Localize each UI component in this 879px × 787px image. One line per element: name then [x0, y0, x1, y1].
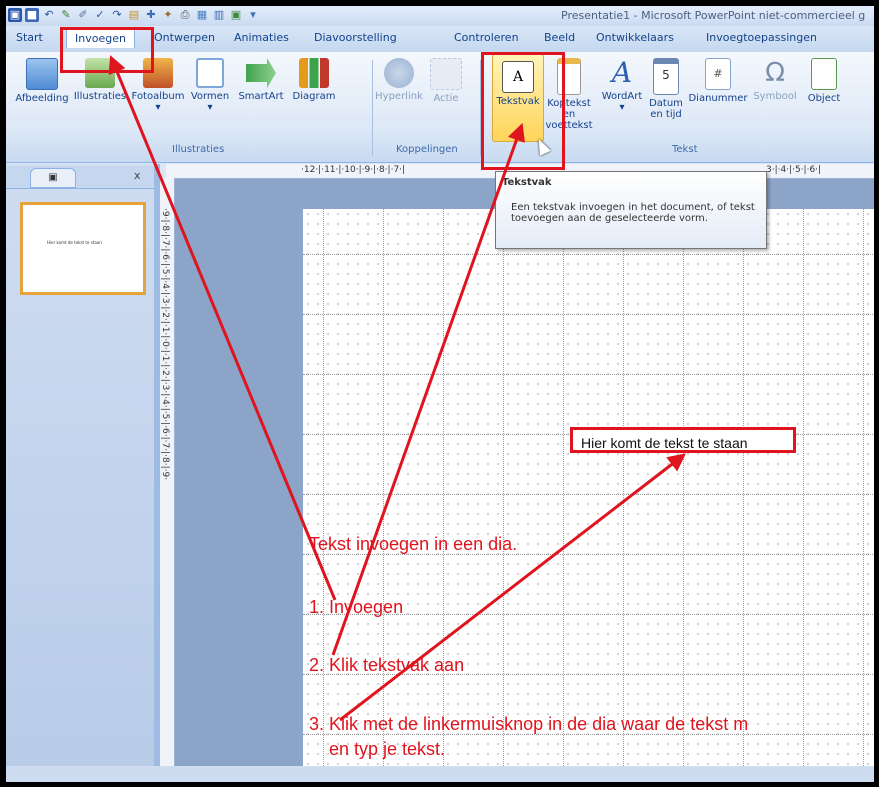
instruction-step-3-continued: en typ je tekst.: [329, 739, 446, 759]
smartart-button[interactable]: SmartArt: [234, 58, 288, 102]
title-bar: ▣ ■ ↶ ✎ ✐ ✓ ↷ ▤ ✚ ✦ ⎙ ▦ ▥ ▣ ▾ Presentati…: [6, 6, 874, 26]
slide-thumbnail[interactable]: Hier komt de tekst te staan: [20, 202, 146, 295]
grid-line: [303, 494, 874, 495]
omega-icon: Ω: [765, 58, 785, 88]
diagram-button[interactable]: Diagram: [288, 58, 340, 102]
grid-line: [443, 209, 444, 782]
group-label-tekst: Tekst: [672, 144, 698, 155]
picture-qat-icon[interactable]: ▣: [229, 8, 243, 22]
slide-number-icon: #: [705, 58, 731, 90]
chevron-down-icon: ▾: [155, 102, 161, 113]
slide-workspace: Hier komt de tekst te staan Tekst invoeg…: [175, 179, 874, 782]
grid-line: [323, 209, 324, 782]
open-icon[interactable]: ▤: [127, 8, 141, 22]
table-icon[interactable]: ▥: [212, 8, 226, 22]
slide-canvas[interactable]: Hier komt de tekst te staan Tekst invoeg…: [303, 209, 874, 782]
tab-start[interactable]: Start: [16, 31, 43, 44]
instruction-heading: Tekst invoegen in een dia.: [309, 534, 518, 554]
action-icon: [430, 58, 462, 90]
slide-thumbnail-text: Hier komt de tekst te staan: [47, 240, 102, 245]
hyperlink-button[interactable]: Hyperlink: [374, 58, 424, 102]
slides-pane: ▣ x Hier komt de tekst te staan: [6, 164, 154, 782]
tab-animaties[interactable]: Animaties: [234, 31, 289, 44]
grid-line: [383, 209, 384, 782]
quick-access-toolbar: ▣ ■ ↶ ✎ ✐ ✓ ↷ ▤ ✚ ✦ ⎙ ▦ ▥ ▣ ▾: [8, 8, 260, 22]
picture-icon: [26, 58, 58, 90]
chart-icon: [299, 58, 329, 88]
grid-line: [863, 209, 864, 782]
undo-icon[interactable]: ↶: [42, 8, 56, 22]
dianummer-button[interactable]: # Dianummer: [686, 58, 750, 104]
preview-icon[interactable]: ▦: [195, 8, 209, 22]
grid-line: [563, 209, 564, 782]
grid-line: [303, 254, 874, 255]
vertical-ruler: ·9·|·8·|·7·|·6·|·5·|·4·|·3·|·2·|·1·|·0·|…: [160, 178, 175, 782]
slides-tab[interactable]: ▣: [30, 168, 76, 188]
new-icon[interactable]: ✚: [144, 8, 158, 22]
office-logo-icon[interactable]: ▣: [8, 8, 22, 22]
group-label-koppelingen: Koppelingen: [396, 144, 458, 155]
instruction-step-1: 1. Invoegen: [309, 597, 404, 617]
datum-tijd-button[interactable]: 5 Datum en tijd: [646, 58, 686, 120]
format-painter-icon[interactable]: ✦: [161, 8, 175, 22]
window-title: Presentatie1 - Microsoft PowerPoint niet…: [561, 9, 866, 22]
grid-line: [743, 209, 744, 782]
pane-tabs: ▣ x: [6, 166, 154, 189]
spelling-icon[interactable]: ✓: [93, 8, 107, 22]
grid-line: [803, 209, 804, 782]
highlight-tekstvak-button: [481, 52, 565, 170]
powerpoint-window: ▣ ■ ↶ ✎ ✐ ✓ ↷ ▤ ✚ ✦ ⎙ ▦ ▥ ▣ ▾ Presentati…: [6, 6, 874, 782]
tab-diavoorstelling[interactable]: Diavoorstelling: [314, 31, 397, 44]
object-icon: [811, 58, 837, 90]
tab-ontwerpen[interactable]: Ontwerpen: [154, 31, 215, 44]
symbool-button[interactable]: Ω Symbool: [750, 58, 800, 102]
grid-line: [303, 374, 874, 375]
chevron-down-icon: ▾: [619, 102, 625, 113]
tab-beeld[interactable]: Beeld: [544, 31, 575, 44]
actie-button[interactable]: Actie: [426, 58, 466, 104]
wordart-icon: A: [611, 56, 633, 89]
instruction-step-2: 2. Klik tekstvak aan: [309, 655, 465, 675]
print-icon[interactable]: ⎙: [178, 8, 192, 22]
group-label-illustraties: Illustraties: [172, 144, 225, 155]
instruction-step-3: 3. Klik met de linkermuisknop in de dia …: [309, 714, 749, 734]
wordart-button[interactable]: A WordArt ▾: [600, 56, 644, 114]
redo-icon[interactable]: ↷: [110, 8, 124, 22]
grid-line: [503, 209, 504, 782]
draw-icon[interactable]: ✐: [76, 8, 90, 22]
grid-line: [303, 314, 874, 315]
customize-qat-icon[interactable]: ▾: [246, 8, 260, 22]
chevron-down-icon: ▾: [207, 102, 213, 113]
smartart-icon: [246, 58, 276, 88]
close-icon[interactable]: x: [134, 169, 141, 182]
slide-textbox[interactable]: Hier komt de tekst te staan: [570, 427, 796, 453]
hyperlink-icon: [384, 58, 414, 88]
tooltip-body: Een tekstvak invoegen in het document, o…: [511, 202, 755, 224]
status-bar: [6, 766, 874, 782]
tab-invoegtoepassingen[interactable]: Invoegtoepassingen: [706, 31, 817, 44]
shapes-icon: [196, 58, 224, 88]
tooltip-title: Tekstvak: [502, 177, 552, 188]
date-time-icon: 5: [653, 58, 679, 95]
group-separator: [372, 60, 373, 156]
tab-controleren[interactable]: Controleren: [454, 31, 519, 44]
vormen-button[interactable]: Vormen ▾: [186, 58, 234, 113]
save-icon[interactable]: ■: [25, 8, 39, 22]
tab-ontwikkelaars[interactable]: Ontwikkelaars: [596, 31, 674, 44]
grid-line: [683, 209, 684, 782]
object-button[interactable]: Object: [802, 58, 846, 104]
edit-icon[interactable]: ✎: [59, 8, 73, 22]
tekstvak-tooltip: Tekstvak Een tekstvak invoegen in het do…: [495, 171, 767, 249]
highlight-invoegen-tab: [60, 27, 154, 73]
grid-line: [623, 209, 624, 782]
